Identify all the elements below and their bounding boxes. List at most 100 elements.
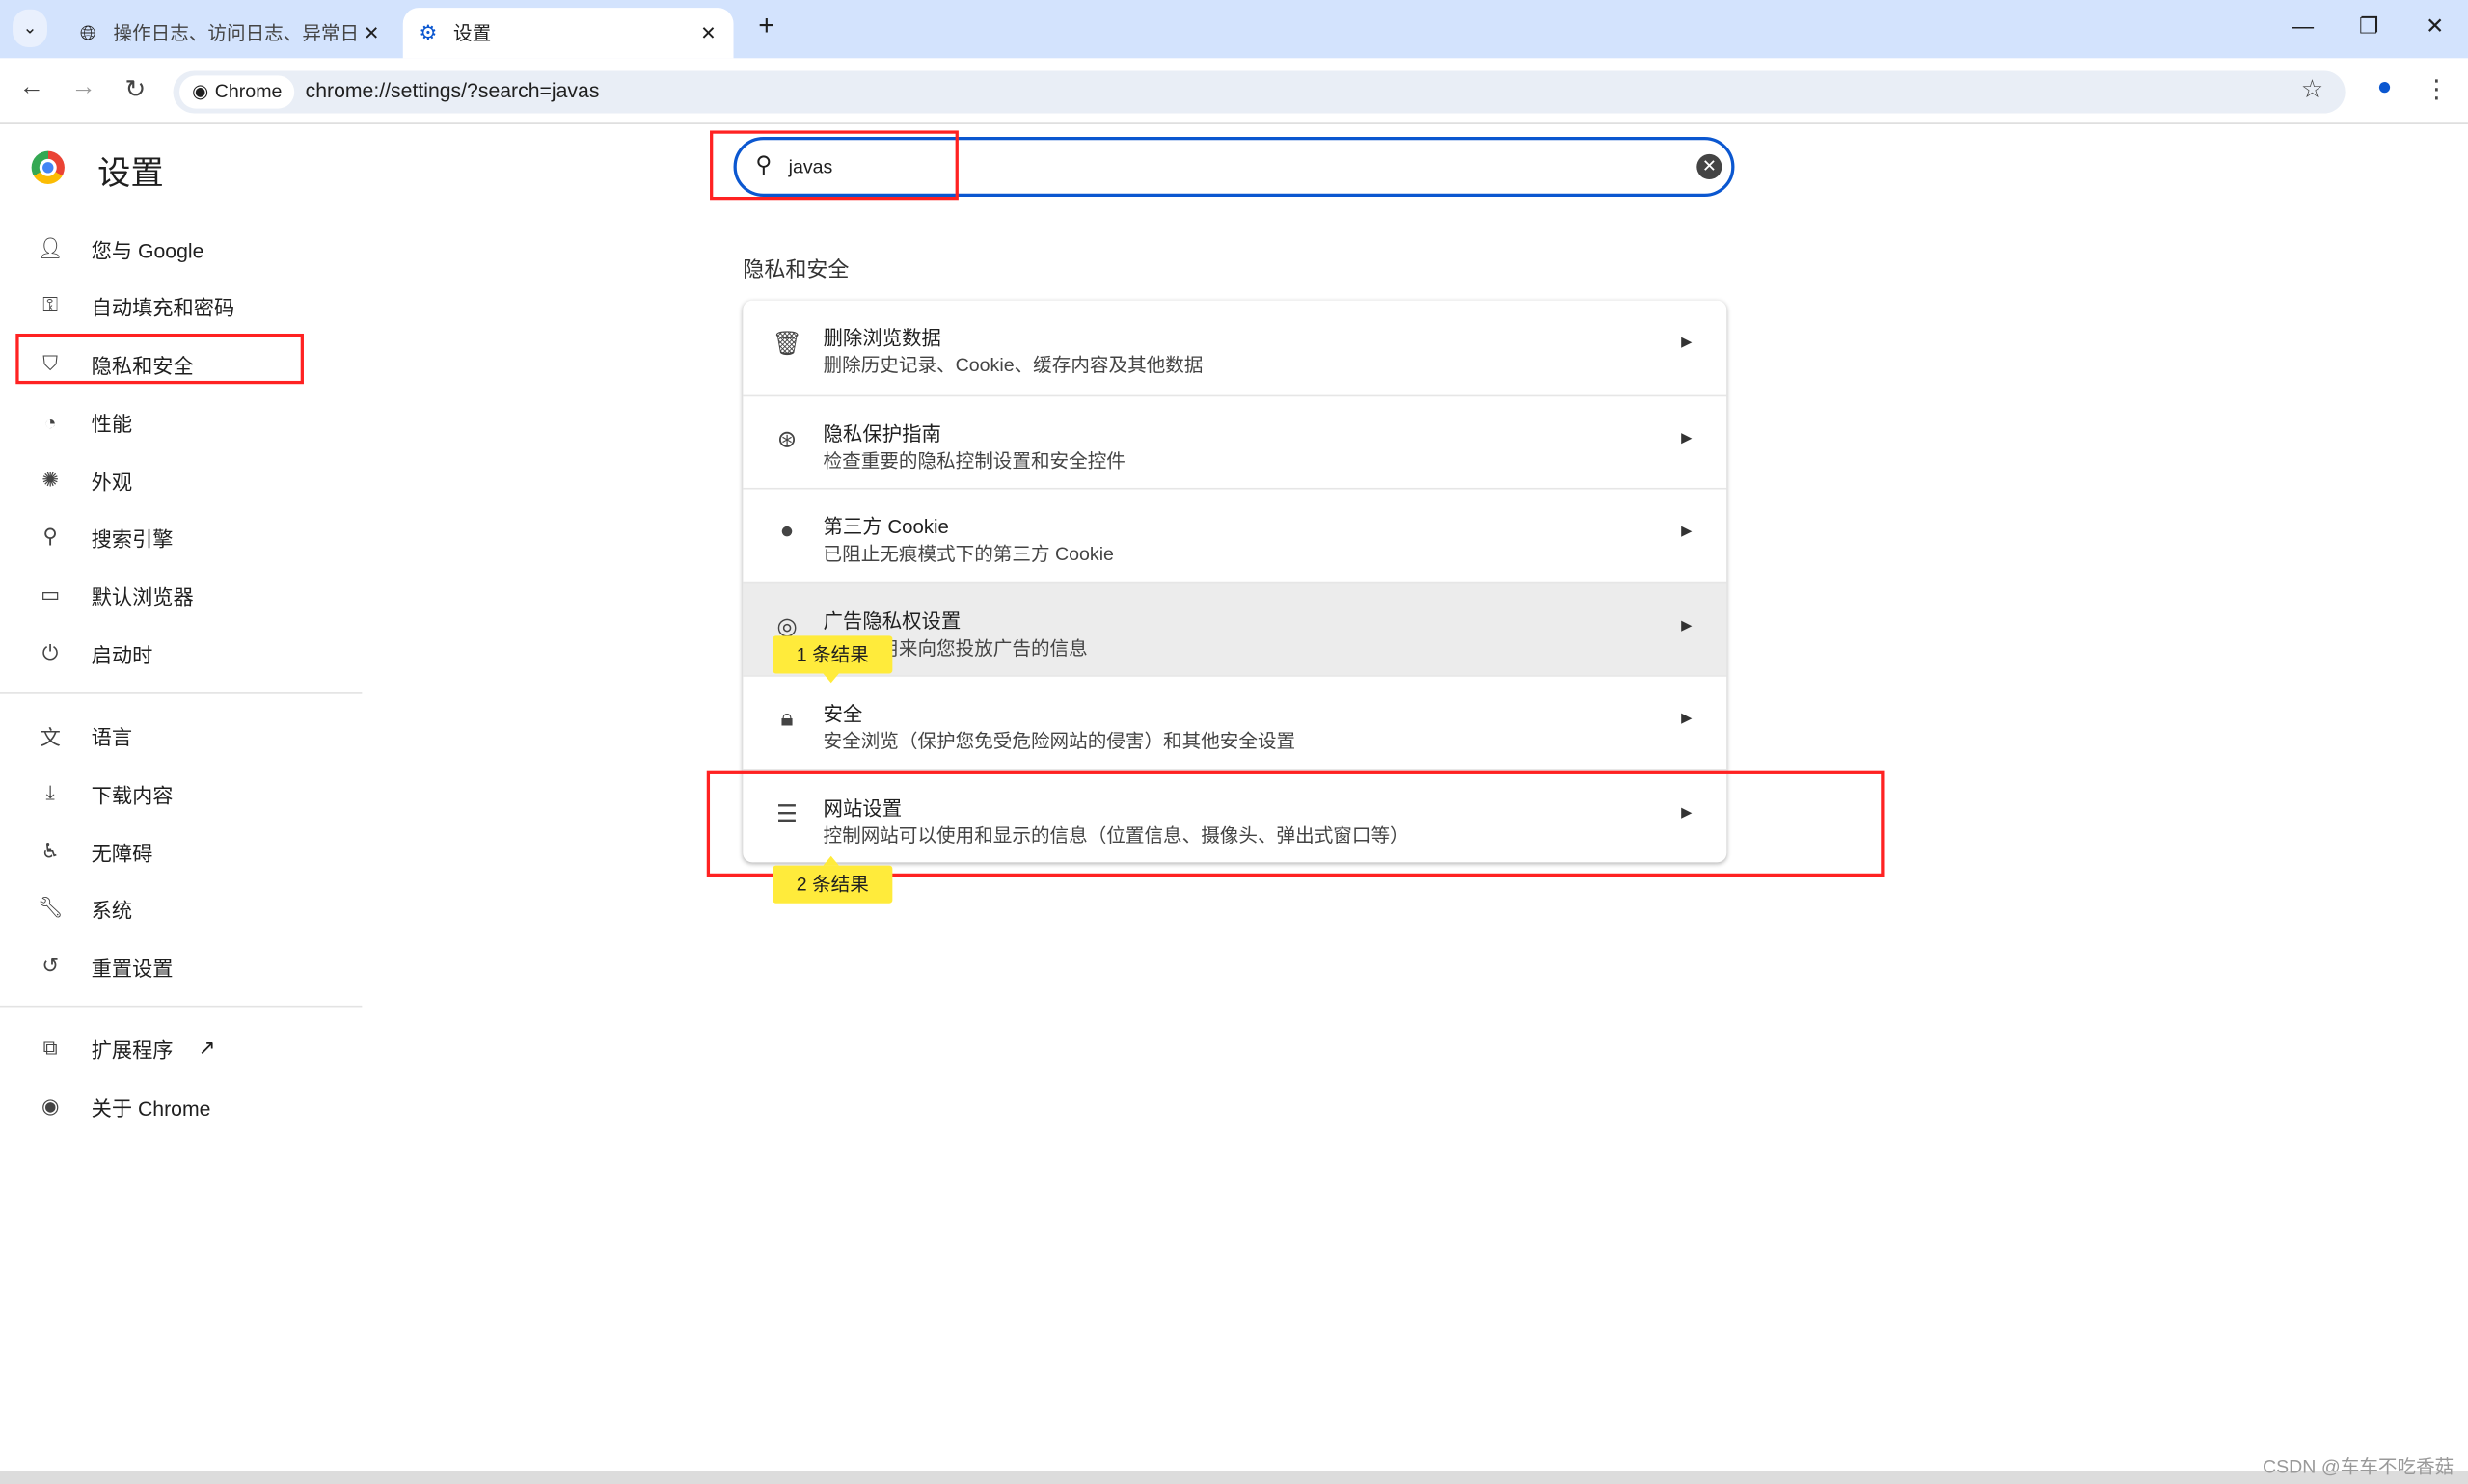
sidebar-item-label: 默认浏览器: [91, 584, 194, 608]
sidebar-item[interactable]: 🔧︎ 系统: [0, 884, 362, 931]
sidebar-item-label: 自动填充和密码: [91, 295, 235, 319]
person-icon: 👤︎: [37, 235, 64, 260]
row-title: 删除浏览数据: [823, 327, 941, 350]
row-subtitle: 已阻止无痕模式下的第三方 Cookie: [823, 543, 1114, 565]
chrome-icon: ◉: [41, 1093, 60, 1118]
settings-row[interactable]: ⊛ 隐私保护指南检查重要的隐私控制设置和安全控件 ▶: [743, 393, 1727, 488]
key-icon: ⚿: [42, 292, 59, 317]
close-tab-icon[interactable]: ✕: [359, 11, 384, 55]
close-window-button[interactable]: ✕: [2419, 13, 2451, 40]
sidebar-item-label: 下载内容: [91, 782, 174, 807]
row-subtitle: 安全浏览（保护您免受危险网站的侵害）和其他安全设置: [823, 730, 1296, 753]
browser-icon: ▭: [41, 581, 61, 607]
arrow-right-icon: ▶: [1681, 428, 1693, 445]
annotation-box: [15, 333, 304, 385]
back-button[interactable]: ←: [15, 74, 47, 102]
menu-kebab-icon[interactable]: ⋮: [2421, 74, 2453, 106]
reset-icon: ↺: [41, 953, 60, 978]
sidebar-item[interactable]: ♿︎ 无障碍: [0, 827, 362, 875]
arrow-right-icon: ▶: [1681, 522, 1693, 539]
section-title: 隐私和安全: [743, 257, 850, 283]
sidebar-item-label: 启动时: [91, 642, 153, 667]
sidebar-item[interactable]: ◉ 关于 Chrome: [0, 1083, 362, 1130]
download-icon: ⤓: [45, 780, 55, 804]
profile-avatar[interactable]: ●: [2369, 74, 2400, 102]
forward-button[interactable]: →: [68, 74, 99, 102]
sidebar-item-label: 无障碍: [91, 841, 153, 865]
annotation-box: [710, 130, 959, 201]
clear-search-button[interactable]: ✕: [1696, 153, 1722, 180]
divider: [0, 1005, 363, 1008]
sidebar-item-label: 性能: [91, 411, 133, 436]
sidebar-item[interactable]: ⏻ 启动时: [0, 630, 362, 677]
tab-search-button[interactable]: ⌄: [13, 9, 47, 47]
sidebar-item[interactable]: 👤︎ 您与 Google: [0, 225, 362, 272]
sidebar-item-label: 重置设置: [91, 956, 174, 980]
translate-icon: 文: [40, 724, 61, 749]
chrome-icon: ◉: [192, 80, 209, 103]
page-title: 设置: [97, 155, 164, 193]
row-title: 安全: [823, 703, 863, 726]
privacy-guide-icon: ⊛: [776, 425, 798, 453]
sidebar-item-label: 系统: [91, 898, 133, 922]
wrench-icon: 🔧︎: [37, 895, 64, 920]
search-icon: ⚲: [42, 524, 59, 548]
power-icon: ⏻: [41, 640, 59, 664]
row-title: 隐私保护指南: [823, 422, 941, 445]
annotation-box: [706, 770, 1885, 877]
sidebar-item-label: 您与 Google: [91, 238, 204, 262]
extension-icon: ⧉: [42, 1035, 58, 1060]
close-tab-icon[interactable]: ✕: [695, 11, 720, 55]
toolbar: ← → ↻ ◉ Chrome chrome://settings/?search=…: [0, 58, 2468, 124]
sidebar-item-label: 语言: [91, 724, 133, 749]
accessibility-icon: ♿︎: [41, 838, 60, 863]
chrome-logo: [31, 150, 65, 184]
sidebar-item-label: 扩展程序: [91, 1038, 174, 1062]
sidebar-item[interactable]: ◔ 性能: [0, 398, 362, 445]
sidebar-item[interactable]: ⤓ 下载内容: [0, 769, 362, 817]
row-title: 广告隐私权设置: [823, 609, 962, 633]
external-link-icon: ↗: [198, 1035, 216, 1060]
settings-row[interactable]: 🗑︎ 删除浏览数据删除历史记录、Cookie、缓存内容及其他数据 ▶: [743, 301, 1726, 394]
bookmark-star-icon[interactable]: ☆: [2296, 74, 2328, 106]
gear-icon: ⚙: [419, 20, 438, 44]
sidebar-item[interactable]: ▭ 默认浏览器: [0, 571, 362, 618]
arrow-right-icon: ▶: [1681, 615, 1693, 633]
arrow-right-icon: ▶: [1681, 710, 1693, 726]
search-result-bubble: 1 条结果: [773, 635, 893, 684]
sidebar-item[interactable]: ↺ 重置设置: [0, 943, 362, 990]
palette-icon: ✺: [41, 467, 60, 492]
sidebar-item-label: 关于 Chrome: [91, 1095, 211, 1120]
lock-icon: 🔒︎: [780, 705, 794, 732]
arrow-right-icon: ▶: [1681, 333, 1693, 350]
row-subtitle: 检查重要的隐私控制设置和安全控件: [823, 448, 1126, 472]
divider: [0, 692, 363, 694]
cookie-icon: ●: [779, 517, 795, 545]
reload-button[interactable]: ↻: [120, 74, 151, 106]
settings-row[interactable]: ● 第三方 Cookie 已阻止无痕模式下的第三方 Cookie ▶: [743, 487, 1727, 581]
tab-settings[interactable]: ⚙ 设置 ✕: [402, 8, 734, 59]
tab-logs[interactable]: 🌐︎ 操作日志、访问日志、异常日志 ✕: [63, 8, 396, 58]
url-text[interactable]: chrome://settings/?search=javas: [306, 79, 600, 102]
sidebar-item[interactable]: ✺ 外观: [0, 456, 362, 503]
trash-icon: 🗑︎: [772, 330, 802, 358]
minimize-button[interactable]: —: [2287, 13, 2319, 38]
restore-button[interactable]: ❐: [2353, 13, 2385, 40]
watermark: CSDN @车车不吃香菇: [2262, 1455, 2454, 1478]
sidebar-item[interactable]: ⚿ 自动填充和密码: [0, 282, 362, 329]
tab-strip: ⌄ 🌐︎ 操作日志、访问日志、异常日志 ✕ ⚙ 设置 ✕ + — ❐ ✕: [0, 0, 2468, 59]
search-result-bubble: 2 条结果: [773, 855, 893, 904]
sidebar-item[interactable]: ⚲ 搜索引擎: [0, 513, 362, 560]
site-info-chip[interactable]: ◉ Chrome: [179, 75, 295, 109]
sidebar-item[interactable]: ⧉ 扩展程序 ↗: [0, 1024, 362, 1071]
row-subtitle: 删除历史记录、Cookie、缓存内容及其他数据: [823, 354, 1204, 377]
address-bar[interactable]: ◉ Chrome chrome://settings/?search=javas: [173, 70, 2346, 114]
globe-icon: 🌐︎: [79, 20, 96, 44]
taskbar-strip: [0, 1471, 2468, 1484]
row-title: 第三方 Cookie: [823, 516, 949, 539]
new-tab-button[interactable]: +: [750, 10, 782, 42]
speedometer-icon: ◔: [43, 410, 57, 434]
sidebar-item[interactable]: 文 语言: [0, 712, 362, 759]
sidebar-item-label: 外观: [91, 470, 133, 494]
settings-row[interactable]: 🔒︎ 安全安全浏览（保护您免受危险网站的侵害）和其他安全设置 ▶: [743, 675, 1727, 769]
